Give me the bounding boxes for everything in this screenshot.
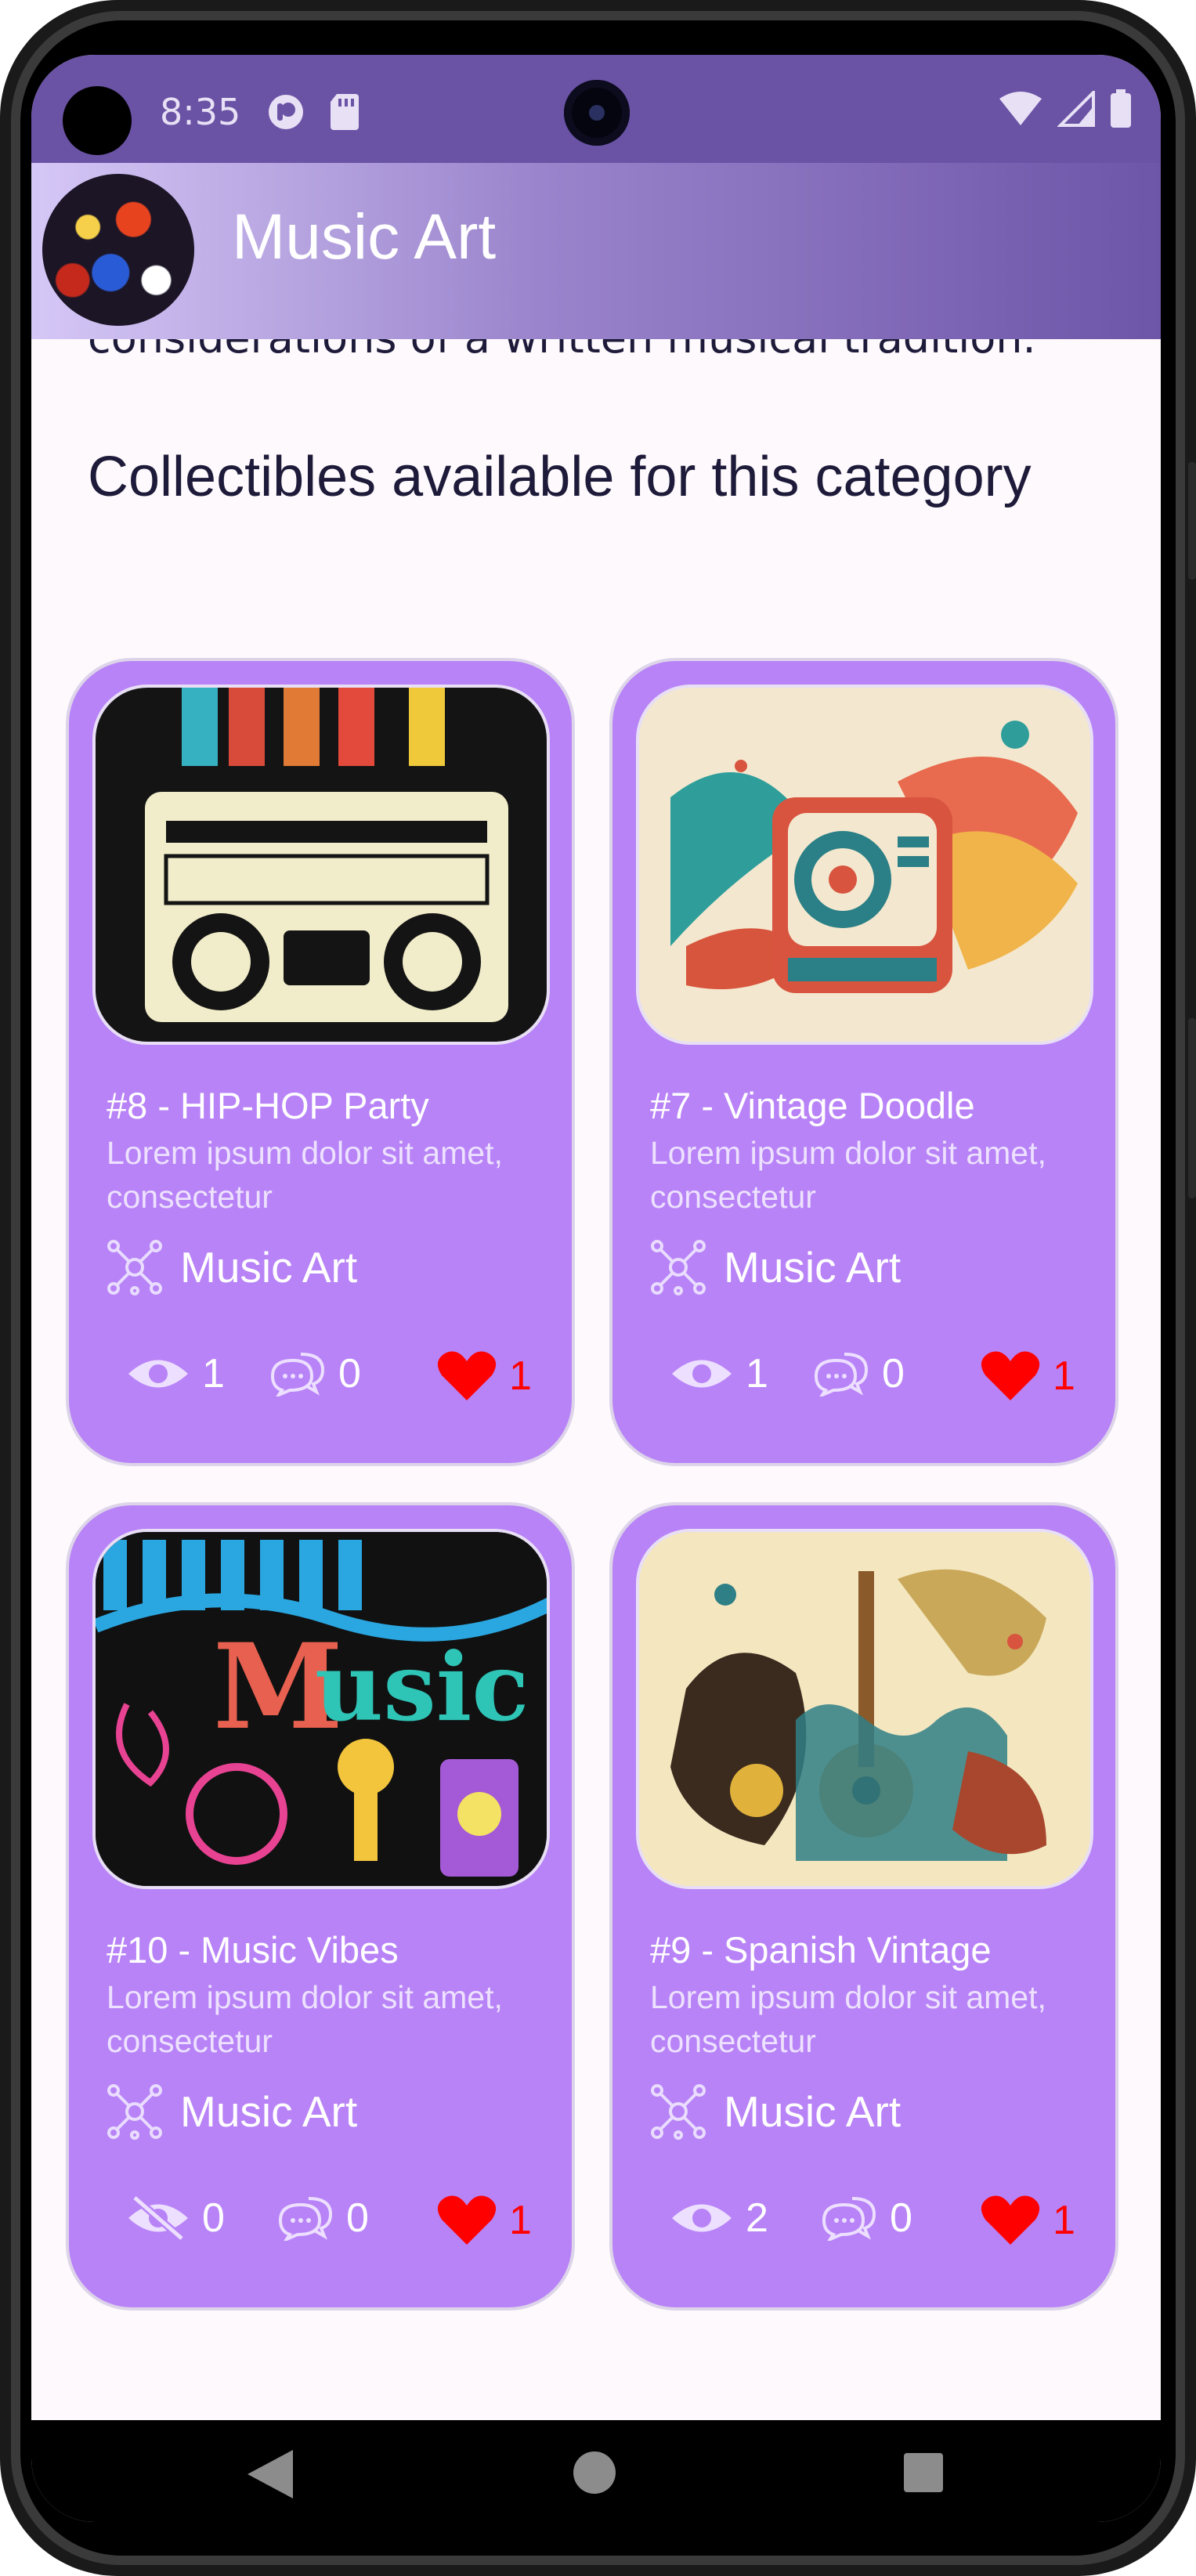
collectible-category[interactable]: Music Art xyxy=(650,2083,901,2140)
likes-count: 1 xyxy=(1053,2198,1075,2243)
collectible-description: Lorem ipsum dolor sit amet, consectetur xyxy=(650,1135,1046,1215)
heart-icon xyxy=(437,1351,497,1400)
page-title: Music Art xyxy=(232,201,497,273)
collectible-description: Lorem ipsum dolor sit amet, consectetur xyxy=(650,1979,1046,2059)
network-nodes-icon xyxy=(107,1240,162,1295)
collectible-category[interactable]: Music Art xyxy=(107,1239,357,1295)
front-camera xyxy=(564,80,630,146)
collectible-category-label: Music Art xyxy=(724,2087,902,2136)
collectible-category-label: Music Art xyxy=(180,1243,358,1292)
chat-bubbles-icon xyxy=(822,2197,876,2241)
collectible-stats: 0 0 1 xyxy=(116,2195,555,2257)
svg-text:usic: usic xyxy=(315,1632,529,1743)
home-icon[interactable] xyxy=(572,2450,617,2495)
likes-stat[interactable]: 1 xyxy=(437,2195,532,2246)
network-nodes-icon xyxy=(651,1240,706,1295)
eye-off-icon xyxy=(128,2195,188,2242)
collectible-category-label: Music Art xyxy=(180,2087,358,2136)
comments-count: 0 xyxy=(882,1351,905,1396)
views-count: 2 xyxy=(746,2195,768,2241)
comments-stat[interactable]: 0 xyxy=(813,1350,905,1397)
collectible-image[interactable] xyxy=(636,1529,1093,1889)
chat-bubbles-icon xyxy=(814,1353,869,1396)
comments-count: 0 xyxy=(338,1351,361,1396)
back-icon[interactable] xyxy=(243,2448,298,2500)
comments-stat[interactable]: 0 xyxy=(821,2195,912,2242)
collectible-card[interactable]: #9 - Spanish Vintage Lorem ipsum dolor s… xyxy=(609,1502,1118,2310)
battery-icon xyxy=(1111,89,1131,128)
likes-stat[interactable]: 1 xyxy=(437,1350,532,1402)
camera-cutout-left xyxy=(63,86,132,155)
collectible-image[interactable] xyxy=(636,685,1093,1045)
heart-icon xyxy=(981,1351,1040,1400)
comments-count: 0 xyxy=(346,2195,369,2241)
views-stat: 1 xyxy=(127,1350,225,1397)
wifi-icon xyxy=(999,92,1042,125)
collectible-card[interactable]: M usic #10 - Music Vibes Lorem ipsum dol… xyxy=(66,1502,575,2310)
category-avatar[interactable] xyxy=(42,174,194,326)
views-stat: 2 xyxy=(670,2195,768,2242)
collectible-stats: 2 0 1 xyxy=(659,2195,1098,2257)
views-stat: 1 xyxy=(670,1350,768,1397)
network-nodes-icon xyxy=(651,2084,706,2140)
comments-stat[interactable]: 0 xyxy=(277,2195,369,2242)
collectible-title: #7 - Vintage Doodle xyxy=(650,1085,975,1126)
collectible-category[interactable]: Music Art xyxy=(107,2083,357,2140)
status-bar: 8:35 xyxy=(31,55,1161,163)
views-count: 1 xyxy=(746,1351,768,1396)
collectible-card[interactable]: #7 - Vintage Doodle Lorem ipsum dolor si… xyxy=(609,658,1118,1466)
chat-bubbles-icon xyxy=(270,1353,325,1396)
comments-stat[interactable]: 0 xyxy=(269,1350,361,1397)
collectible-description: Lorem ipsum dolor sit amet, consectetur xyxy=(107,1979,503,2059)
phone-frame: 8:35 considerations of a written musical… xyxy=(0,0,1196,2576)
sd-card-icon xyxy=(329,92,360,135)
heart-icon xyxy=(437,2195,497,2245)
likes-stat[interactable]: 1 xyxy=(981,1350,1075,1402)
app-bar: Music Art xyxy=(31,163,1161,339)
likes-count: 1 xyxy=(1053,1353,1075,1399)
collectible-title: #8 - HIP-HOP Party xyxy=(107,1085,429,1126)
collectible-category[interactable]: Music Art xyxy=(650,1239,901,1295)
section-title: Collectibles available for this category xyxy=(88,446,1032,508)
collectible-image[interactable] xyxy=(92,685,550,1045)
collectible-title: #9 - Spanish Vintage xyxy=(650,1929,992,1971)
status-indicators xyxy=(998,89,1133,128)
eye-icon xyxy=(128,1360,188,1388)
chat-bubbles-icon xyxy=(278,2197,333,2241)
collectible-description: Lorem ipsum dolor sit amet, consectetur xyxy=(107,1135,503,1215)
collectible-category-label: Music Art xyxy=(724,1243,902,1292)
power-button xyxy=(1188,1018,1196,1198)
status-time: 8:35 xyxy=(160,91,241,133)
volume-button xyxy=(1188,462,1196,580)
likes-count: 1 xyxy=(509,2198,532,2243)
likes-count: 1 xyxy=(509,1353,532,1399)
recents-icon[interactable] xyxy=(902,2451,945,2494)
views-count: 1 xyxy=(202,1351,225,1396)
collectible-stats: 1 0 1 xyxy=(116,1350,555,1413)
app-notification-icon xyxy=(266,92,305,135)
views-count: 0 xyxy=(202,2195,225,2241)
collectible-title: #10 - Music Vibes xyxy=(107,1929,399,1971)
cellular-signal-icon xyxy=(1057,91,1095,127)
collectible-card[interactable]: #8 - HIP-HOP Party Lorem ipsum dolor sit… xyxy=(66,658,575,1466)
likes-stat[interactable]: 1 xyxy=(981,2195,1075,2246)
network-nodes-icon xyxy=(107,2084,162,2140)
collectible-image[interactable]: M usic xyxy=(92,1529,550,1889)
eye-icon xyxy=(672,2204,732,2232)
eye-icon xyxy=(672,1360,732,1388)
views-stat: 0 xyxy=(127,2195,225,2242)
screen: 8:35 considerations of a written musical… xyxy=(31,55,1161,2522)
collectible-stats: 1 0 1 xyxy=(659,1350,1098,1413)
comments-count: 0 xyxy=(890,2195,912,2241)
system-navigation-bar xyxy=(31,2420,1161,2522)
heart-icon xyxy=(981,2195,1040,2245)
